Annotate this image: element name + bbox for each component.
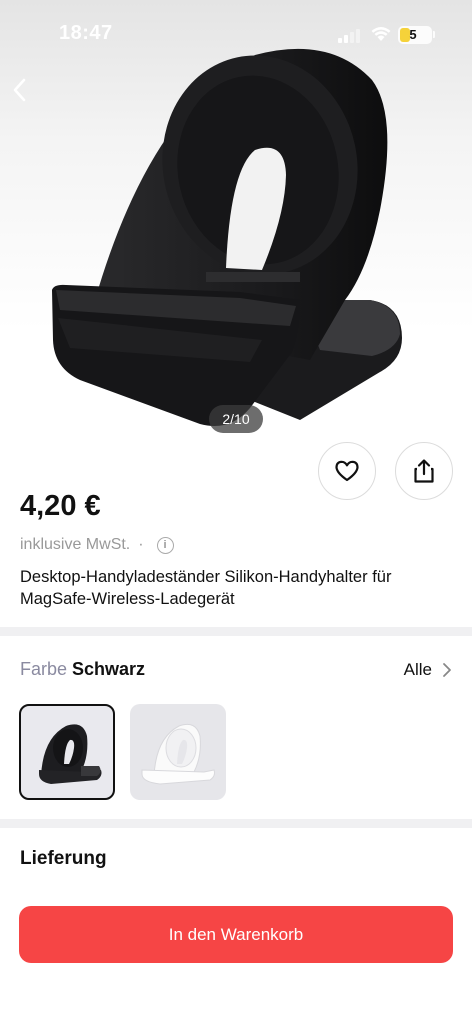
chevron-left-icon	[13, 78, 26, 102]
delivery-label: Lieferung	[20, 848, 107, 869]
all-variants-label: Alle	[403, 660, 432, 679]
heart-icon	[335, 460, 359, 482]
chevron-right-icon	[443, 663, 451, 677]
battery-cap	[433, 31, 435, 38]
variant-swatch-white[interactable]	[130, 704, 226, 800]
status-bar: 18:47 5	[0, 0, 472, 60]
battery-level: 5	[409, 27, 417, 42]
product-title: Desktop-Handyladeständer Silikon-Handyha…	[20, 568, 392, 608]
share-icon	[414, 459, 434, 483]
variant-swatch-black[interactable]	[19, 704, 115, 800]
section-divider	[0, 627, 472, 636]
info-icon[interactable]: i	[156, 536, 174, 554]
product-price: 4,20 €	[20, 490, 101, 522]
tax-note: inklusive MwSt. · i	[20, 536, 174, 554]
share-button[interactable]	[395, 442, 453, 500]
product-image	[52, 48, 402, 426]
status-time: 18:47	[59, 22, 113, 44]
add-to-cart-button[interactable]: In den Warenkorb	[19, 906, 453, 963]
all-variants-link[interactable]: Alle	[404, 660, 452, 680]
black-stand-thumbnail	[39, 724, 102, 784]
tax-text: inklusive MwSt.	[20, 536, 131, 553]
image-counter: 2/10	[209, 405, 263, 433]
battery-icon: 5	[398, 26, 432, 44]
favorite-button[interactable]	[318, 442, 376, 500]
variant-header: Farbe Schwarz Alle	[20, 659, 452, 683]
section-divider	[0, 819, 472, 828]
variant-label: Farbe	[20, 659, 68, 679]
white-stand-thumbnail	[141, 723, 215, 785]
variant-selected: Schwarz	[72, 659, 146, 679]
wifi-icon	[371, 27, 391, 41]
signal-icon	[338, 28, 362, 43]
back-button[interactable]	[6, 72, 38, 108]
product-gallery[interactable]: 18:47 5 2/10	[0, 0, 472, 472]
separator-dot: ·	[138, 536, 144, 553]
